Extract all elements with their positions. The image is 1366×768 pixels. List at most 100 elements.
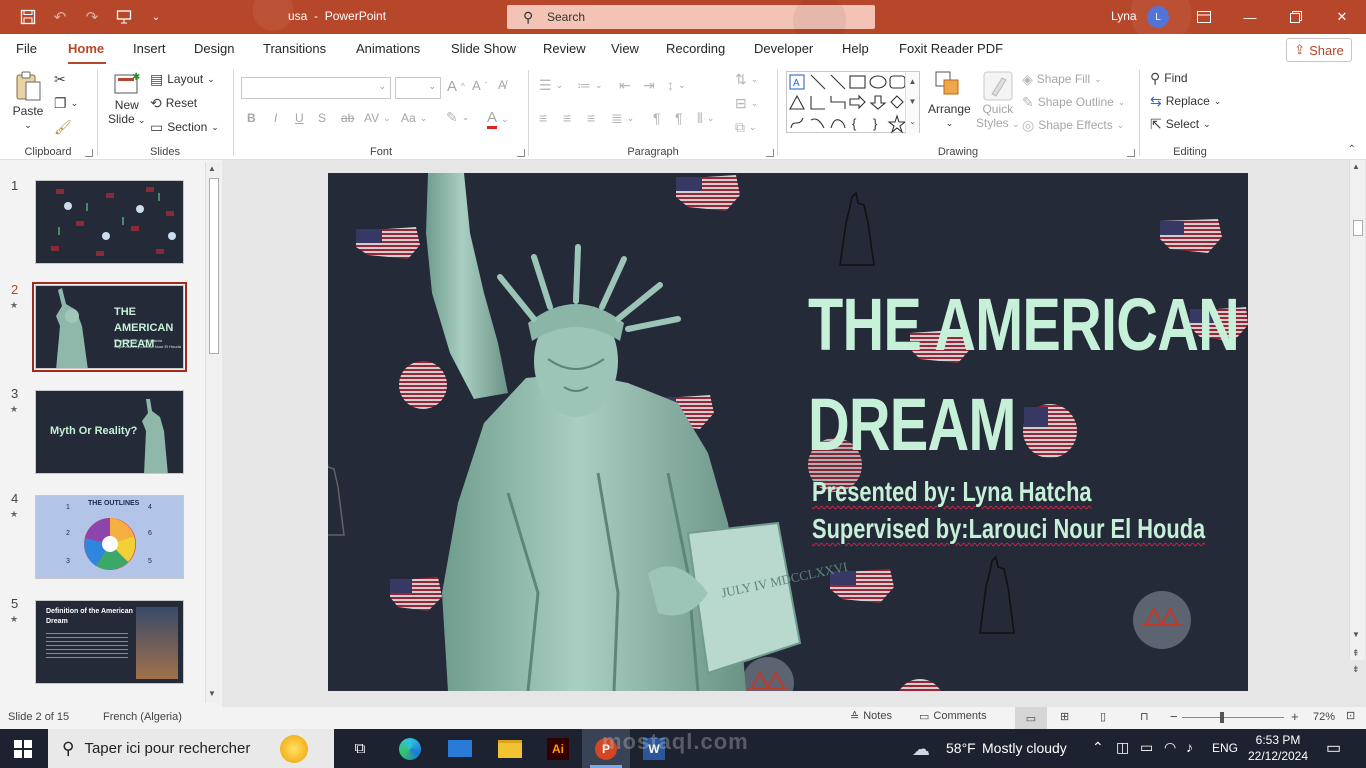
strikethrough-button[interactable]: ab: [341, 111, 354, 125]
tab-review[interactable]: Review: [543, 41, 586, 56]
numbering-button[interactable]: ≔ ⌄: [577, 78, 603, 92]
avatar[interactable]: L: [1147, 6, 1169, 28]
align-text-button[interactable]: ⊟ ⌄: [735, 96, 758, 110]
find-button[interactable]: ⚲ Find: [1150, 71, 1188, 85]
network-icon[interactable]: ▭: [1140, 739, 1153, 756]
prev-next-slide-controls[interactable]: ⇞ ⇟: [1352, 645, 1360, 677]
windows-start-icon[interactable]: [14, 740, 32, 761]
tab-recording[interactable]: Recording: [666, 41, 725, 56]
slide-thumbnail-5[interactable]: Definition of the American Dream: [35, 600, 184, 684]
undo-icon[interactable]: ↶: [44, 0, 76, 34]
mail-icon[interactable]: [436, 729, 484, 768]
paragraph-launcher-icon[interactable]: [766, 149, 774, 157]
slide-sorter-icon[interactable]: ⊞: [1060, 710, 1069, 723]
shadow-button[interactable]: S: [318, 111, 326, 125]
gallery-scroll[interactable]: ▲ ▼ ⌄: [905, 72, 919, 134]
tab-foxit-reader-pdf[interactable]: Foxit Reader PDF: [899, 41, 1003, 56]
zoom-out-button[interactable]: −: [1170, 709, 1178, 724]
slide-thumbnail-3[interactable]: Myth Or Reality?: [35, 390, 184, 474]
illustrator-icon[interactable]: Ai: [534, 729, 582, 768]
shape-effects-button[interactable]: ◎ Shape Effects ⌄: [1022, 118, 1124, 132]
paste-button[interactable]: Paste ⌄: [12, 70, 44, 131]
scroll-down-icon[interactable]: ▼: [1352, 630, 1360, 639]
format-painter-button[interactable]: 🖌: [54, 120, 72, 134]
font-name-combo[interactable]: ⌄: [241, 77, 391, 99]
layout-button[interactable]: ▤ Layout ⌄: [150, 72, 215, 86]
taskbar-search[interactable]: ⚲ Taper ici pour rechercher: [48, 729, 334, 768]
customize-qat-icon[interactable]: ⌄: [140, 0, 172, 34]
new-slide-button[interactable]: ✱ New Slide ⌄: [108, 70, 146, 127]
edge-icon[interactable]: [386, 729, 434, 768]
scroll-up-icon[interactable]: ▲: [208, 164, 216, 173]
tab-slide-show[interactable]: Slide Show: [451, 41, 516, 56]
normal-view-icon[interactable]: ▭: [1015, 707, 1047, 729]
bold-button[interactable]: B: [247, 111, 256, 125]
search-box[interactable]: ⚲ Search: [507, 5, 875, 29]
bullets-button[interactable]: ☰ ⌄: [539, 78, 563, 92]
zoom-slider-thumb[interactable]: [1220, 712, 1224, 723]
user-name[interactable]: Lyna: [1111, 9, 1137, 23]
drawing-launcher-icon[interactable]: [1127, 149, 1135, 157]
tab-developer[interactable]: Developer: [754, 41, 813, 56]
justify-button[interactable]: ≣ ⌄: [611, 111, 634, 125]
task-view-icon[interactable]: ⧉: [336, 729, 384, 768]
tab-home[interactable]: Home: [68, 41, 104, 56]
tab-insert[interactable]: Insert: [133, 41, 166, 56]
clock[interactable]: 6:53 PM 22/12/2024: [1246, 732, 1310, 764]
notes-button[interactable]: ≙ Notes: [850, 710, 892, 723]
slide-thumbnail-1[interactable]: [35, 180, 184, 264]
align-left-button[interactable]: ≡: [539, 111, 547, 125]
save-icon[interactable]: [12, 0, 44, 34]
section-button[interactable]: ▭ Section ⌄: [150, 120, 219, 134]
reset-button[interactable]: ⟲ Reset: [150, 96, 197, 110]
slide-title[interactable]: THE AMERICAN DREAM: [808, 275, 1240, 475]
zoom-in-button[interactable]: +: [1291, 709, 1299, 724]
scroll-down-icon[interactable]: ▼: [208, 689, 216, 698]
change-case-button[interactable]: Aa ⌄: [401, 111, 427, 125]
input-language[interactable]: ENG: [1212, 741, 1238, 755]
thumbnail-scrollbar[interactable]: ▲ ▼: [205, 162, 221, 703]
camera-icon[interactable]: ◫: [1116, 739, 1129, 756]
shapes-gallery[interactable]: A {} ▲ ▼ ⌄: [786, 71, 920, 134]
restore-button[interactable]: [1273, 0, 1319, 34]
columns-button[interactable]: ⫴ ⌄: [697, 111, 714, 125]
underline-button[interactable]: U: [295, 111, 304, 125]
supervised-by-text[interactable]: Supervised by:Larouci Nour El Houda: [812, 513, 1205, 545]
weather-temp[interactable]: 58°F: [946, 740, 976, 756]
close-button[interactable]: ✕: [1319, 0, 1365, 34]
present-icon[interactable]: [108, 0, 140, 34]
reading-view-icon[interactable]: ▯: [1100, 710, 1106, 723]
rtl-button[interactable]: ¶: [653, 111, 661, 125]
arrange-button[interactable]: Arrange ⌄: [928, 70, 971, 129]
clipboard-launcher-icon[interactable]: [85, 149, 93, 157]
italic-button[interactable]: I: [274, 111, 277, 125]
decrease-font-icon[interactable]: Aˇ: [472, 78, 487, 93]
increase-indent-button[interactable]: ⇥: [643, 78, 655, 92]
chevron-up-icon[interactable]: ⌃: [1092, 739, 1104, 756]
clear-format-icon[interactable]: A̸: [498, 78, 506, 92]
collapse-ribbon-icon[interactable]: ⌃: [1348, 144, 1356, 155]
quick-styles-button[interactable]: Quick Styles ⌄: [976, 70, 1020, 131]
file-explorer-icon[interactable]: [486, 729, 534, 768]
language-indicator[interactable]: French (Algeria): [103, 711, 182, 723]
increase-font-icon[interactable]: A ^: [447, 78, 465, 95]
weather-description[interactable]: Mostly cloudy: [982, 740, 1067, 756]
line-spacing-button[interactable]: ↕ ⌄: [667, 78, 686, 92]
text-direction-button[interactable]: ⇅ ⌄: [735, 72, 758, 86]
tab-animations[interactable]: Animations: [356, 41, 420, 56]
select-button[interactable]: ⇱ Select ⌄: [1150, 117, 1211, 131]
decrease-indent-button[interactable]: ⇤: [619, 78, 631, 92]
minimize-button[interactable]: —: [1227, 0, 1273, 34]
cut-button[interactable]: ✂: [54, 72, 66, 86]
scrollbar-thumb[interactable]: [209, 178, 219, 354]
copy-button[interactable]: ❐ ⌄: [54, 96, 78, 110]
volume-icon[interactable]: ♪: [1186, 739, 1193, 755]
align-center-button[interactable]: ≡: [563, 111, 571, 125]
scrollbar-thumb[interactable]: [1353, 220, 1363, 236]
align-right-button[interactable]: ≡: [587, 111, 595, 125]
tab-help[interactable]: Help: [842, 41, 869, 56]
slide-canvas[interactable]: JULY IV MDCCLXXVI THE AMERICAN DREAM Pre…: [328, 173, 1248, 691]
scroll-up-icon[interactable]: ▲: [1352, 162, 1360, 171]
redo-icon[interactable]: ↷: [76, 0, 108, 34]
tab-view[interactable]: View: [611, 41, 639, 56]
